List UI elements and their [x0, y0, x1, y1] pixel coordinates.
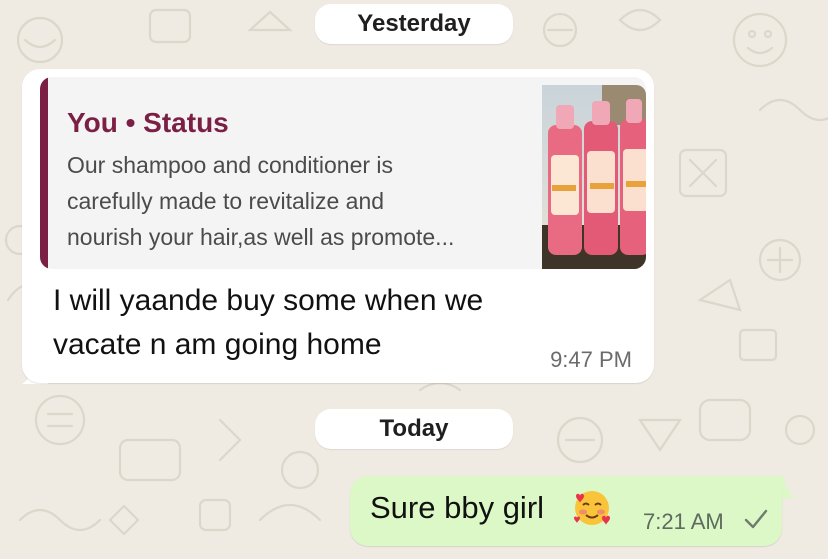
quoted-text-line: nourish your hair,as well as promote...: [67, 224, 455, 250]
single-check-icon: [744, 509, 768, 529]
incoming-message-time: 9:47 PM: [550, 347, 632, 372]
outgoing-message-text: Sure bby girl: [370, 490, 545, 525]
quoted-text-line: carefully made to revitalize and: [67, 188, 385, 214]
quoted-text-line: Our shampoo and conditioner is: [67, 152, 394, 178]
product-bottles-thumbnail[interactable]: [542, 85, 646, 269]
smiling-face-with-hearts-icon: [574, 491, 610, 525]
quoted-text: Our shampoo and conditioner is carefully…: [67, 147, 517, 255]
outgoing-message-bubble[interactable]: Sure bby girl 7:21 AM: [350, 476, 782, 546]
quoted-author: You • Status: [67, 107, 229, 138]
date-separator-today: Today: [315, 409, 513, 449]
message-text-line: vacate n am going home: [53, 328, 382, 361]
message-text-line: I will yaande buy some when we: [53, 284, 484, 317]
incoming-message-text: I will yaande buy some when we vacate n …: [53, 279, 573, 367]
incoming-message-bubble[interactable]: You • Status Our shampoo and conditioner…: [22, 69, 654, 383]
quoted-status-reply[interactable]: You • Status Our shampoo and conditioner…: [40, 77, 646, 269]
outgoing-message-time: 7:21 AM: [643, 509, 724, 534]
date-separator-yesterday: Yesterday: [315, 4, 513, 44]
quote-accent-bar: [40, 77, 48, 269]
